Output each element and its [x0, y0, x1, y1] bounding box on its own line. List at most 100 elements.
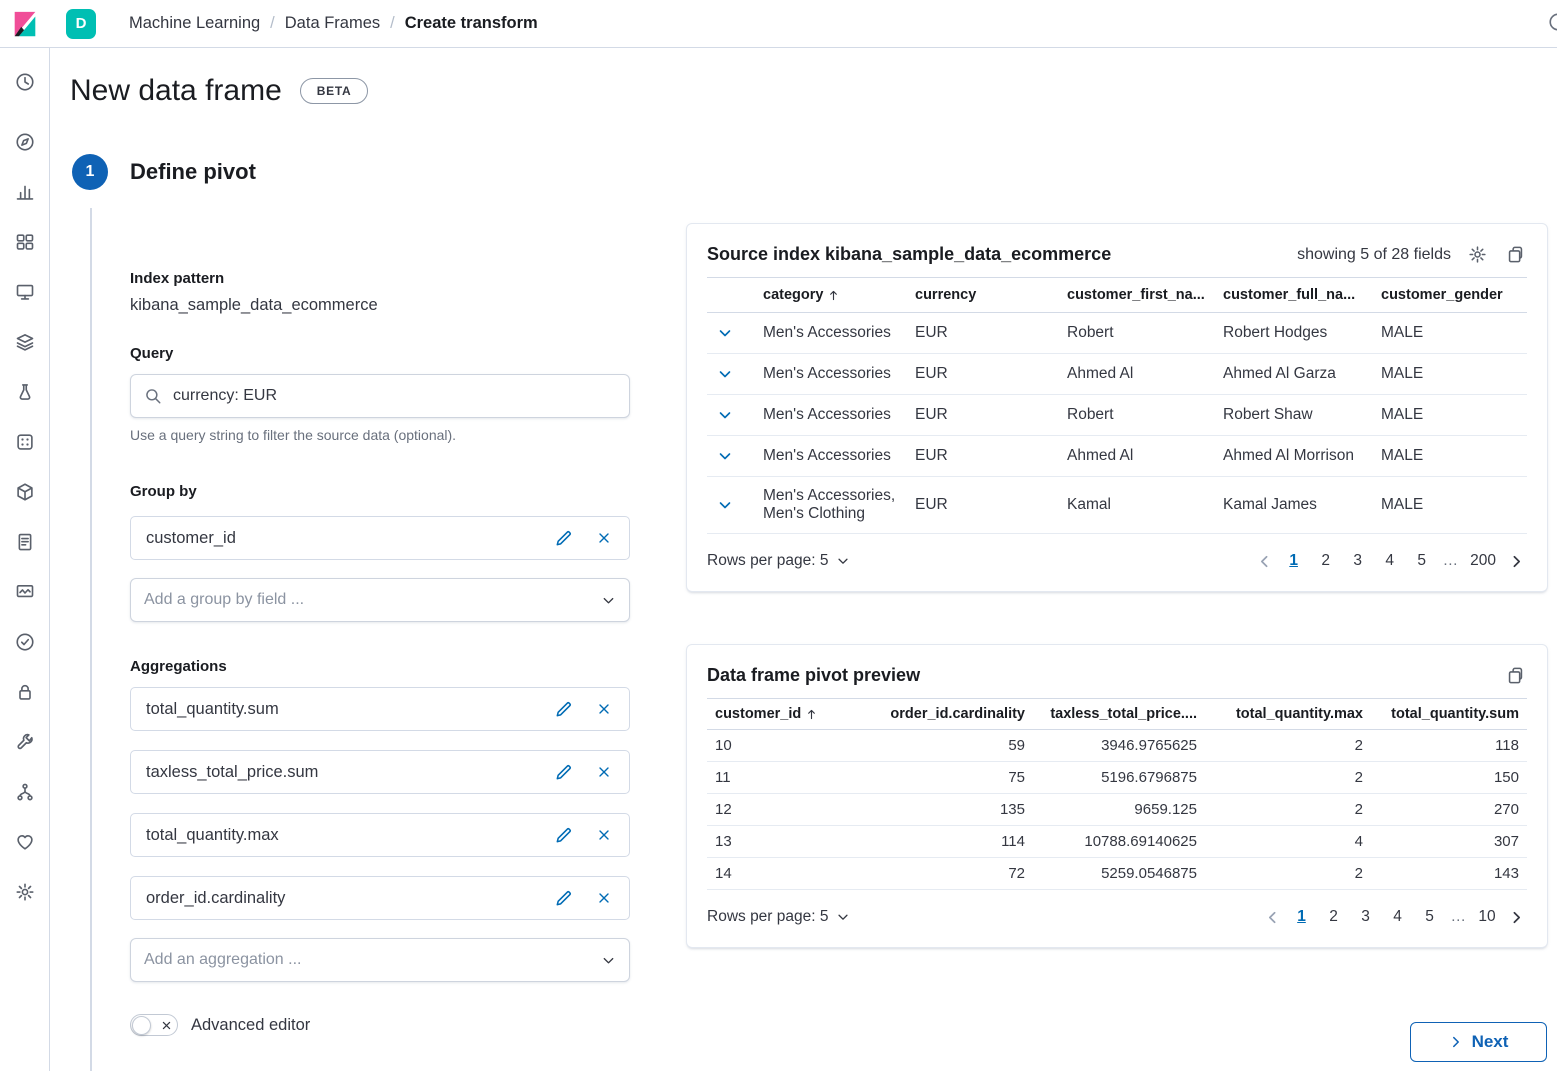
page-number[interactable]: 4: [1385, 905, 1411, 929]
copy-to-clipboard-button[interactable]: [1504, 664, 1527, 687]
expand-row-button[interactable]: [715, 323, 735, 343]
sidebar-item-siem[interactable]: [9, 676, 41, 708]
chevron-down-icon: [717, 497, 733, 513]
sidebar-item-recent[interactable]: [9, 66, 41, 98]
index-pattern-value: kibana_sample_data_ecommerce: [130, 296, 630, 315]
page-number[interactable]: 5: [1417, 905, 1443, 929]
sidebar-item-discover[interactable]: [9, 126, 41, 158]
column-header-order-id-cardinality[interactable]: order_id.cardinality: [875, 699, 1033, 730]
canvas-icon: [15, 282, 35, 302]
map-layers-icon: [15, 332, 35, 352]
sidebar-item-canvas[interactable]: [9, 276, 41, 308]
column-header-category[interactable]: category: [763, 287, 840, 303]
columns-settings-button[interactable]: [1466, 243, 1489, 266]
sidebar-item-dev-tools[interactable]: [9, 726, 41, 758]
sidebar-item-machine-learning[interactable]: [9, 426, 41, 458]
lock-icon: [15, 682, 35, 702]
page-number[interactable]: 5: [1409, 549, 1435, 573]
compass-icon: [15, 132, 35, 152]
add-group-by-select[interactable]: Add a group by field ...: [130, 578, 630, 622]
pencil-icon: [554, 889, 573, 908]
page-number[interactable]: 3: [1345, 549, 1371, 573]
flask-icon: [15, 382, 35, 402]
copy-to-clipboard-button[interactable]: [1504, 243, 1527, 266]
column-header-customer-full-name[interactable]: customer_full_na...: [1215, 278, 1373, 313]
page-number[interactable]: 3: [1353, 905, 1379, 929]
chevron-down-icon: [836, 554, 850, 568]
gear-icon: [15, 882, 35, 902]
page-number[interactable]: 4: [1377, 549, 1403, 573]
sidebar-item-logs[interactable]: [9, 526, 41, 558]
expand-row-button[interactable]: [715, 495, 735, 515]
sidebar-item-watcher[interactable]: [9, 826, 41, 858]
rows-per-page-button[interactable]: Rows per page: 5: [707, 908, 850, 926]
column-header-total-quantity-max[interactable]: total_quantity.max: [1205, 699, 1371, 730]
next-page-button[interactable]: [1506, 907, 1527, 928]
page-number[interactable]: 10: [1474, 905, 1500, 929]
rows-per-page-button[interactable]: Rows per page: 5: [707, 552, 850, 570]
previous-page-button[interactable]: [1262, 907, 1283, 928]
edit-aggregation-button[interactable]: [552, 824, 575, 847]
page-number[interactable]: 1: [1281, 549, 1307, 573]
help-icon[interactable]: [1548, 12, 1557, 37]
sidebar-item-management[interactable]: [9, 876, 41, 908]
page-number[interactable]: 1: [1289, 905, 1315, 929]
column-header-customer-first-name[interactable]: customer_first_na...: [1059, 278, 1215, 313]
pencil-icon: [554, 763, 573, 782]
pencil-icon: [554, 826, 573, 845]
sidebar-item-monitoring[interactable]: [9, 776, 41, 808]
sidebar-item-uptime[interactable]: [9, 626, 41, 658]
kibana-logo[interactable]: [0, 9, 50, 39]
pagination: 1 2 3 4 5 … 200: [1254, 549, 1527, 573]
chevron-down-icon: [717, 407, 733, 423]
column-header-customer-gender[interactable]: customer_gender: [1373, 278, 1527, 313]
clipboard-icon: [1506, 245, 1525, 264]
close-icon: [596, 530, 612, 546]
remove-aggregation-button[interactable]: [594, 699, 614, 719]
next-button[interactable]: Next: [1410, 1022, 1547, 1062]
chevron-right-icon: [1508, 553, 1525, 570]
page-number[interactable]: 2: [1321, 905, 1347, 929]
chevron-right-icon: [1508, 909, 1525, 926]
sidebar-item-infrastructure[interactable]: [9, 476, 41, 508]
column-header-customer-id[interactable]: customer_id: [715, 706, 818, 722]
remove-aggregation-button[interactable]: [594, 762, 614, 782]
pivot-form: Index pattern kibana_sample_data_ecommer…: [130, 270, 630, 1036]
expand-row-button[interactable]: [715, 405, 735, 425]
sidebar-item-dashboard[interactable]: [9, 226, 41, 258]
space-badge[interactable]: D: [66, 9, 96, 39]
remove-group-by-button[interactable]: [594, 528, 614, 548]
sidebar-item-visualize[interactable]: [9, 176, 41, 208]
add-aggregation-select[interactable]: Add an aggregation ...: [130, 938, 630, 982]
edit-aggregation-button[interactable]: [552, 698, 575, 721]
page-ellipsis: …: [1449, 908, 1469, 926]
edit-aggregation-button[interactable]: [552, 887, 575, 910]
page-number[interactable]: 200: [1466, 549, 1500, 573]
query-input[interactable]: currency: EUR: [130, 374, 630, 418]
previous-page-button[interactable]: [1254, 551, 1275, 572]
source-panel-title: Source index kibana_sample_data_ecommerc…: [707, 244, 1111, 265]
column-header-total-quantity-sum[interactable]: total_quantity.sum: [1371, 699, 1527, 730]
breadcrumb-separator: /: [270, 14, 275, 33]
preview-panel-title: Data frame pivot preview: [707, 665, 920, 686]
add-aggregation-placeholder: Add an aggregation ...: [144, 951, 301, 969]
pivot-preview-table: customer_id order_id.cardinality taxless…: [707, 698, 1527, 890]
next-page-button[interactable]: [1506, 551, 1527, 572]
column-header-currency[interactable]: currency: [907, 278, 1059, 313]
advanced-editor-toggle[interactable]: [130, 1014, 178, 1036]
breadcrumb-machine-learning[interactable]: Machine Learning: [129, 14, 260, 33]
remove-aggregation-button[interactable]: [594, 888, 614, 908]
remove-aggregation-button[interactable]: [594, 825, 614, 845]
edit-aggregation-button[interactable]: [552, 761, 575, 784]
aggregation-item-label: order_id.cardinality: [146, 889, 285, 908]
aggregation-item: order_id.cardinality: [130, 876, 630, 920]
sidebar-item-graph[interactable]: [9, 376, 41, 408]
expand-row-button[interactable]: [715, 446, 735, 466]
edit-group-by-button[interactable]: [552, 527, 575, 550]
expand-row-button[interactable]: [715, 364, 735, 384]
breadcrumb-data-frames[interactable]: Data Frames: [285, 14, 380, 33]
sidebar-item-maps[interactable]: [9, 326, 41, 358]
sidebar-item-metrics[interactable]: [9, 576, 41, 608]
column-header-taxless-total-price[interactable]: taxless_total_price....: [1033, 699, 1205, 730]
page-number[interactable]: 2: [1313, 549, 1339, 573]
